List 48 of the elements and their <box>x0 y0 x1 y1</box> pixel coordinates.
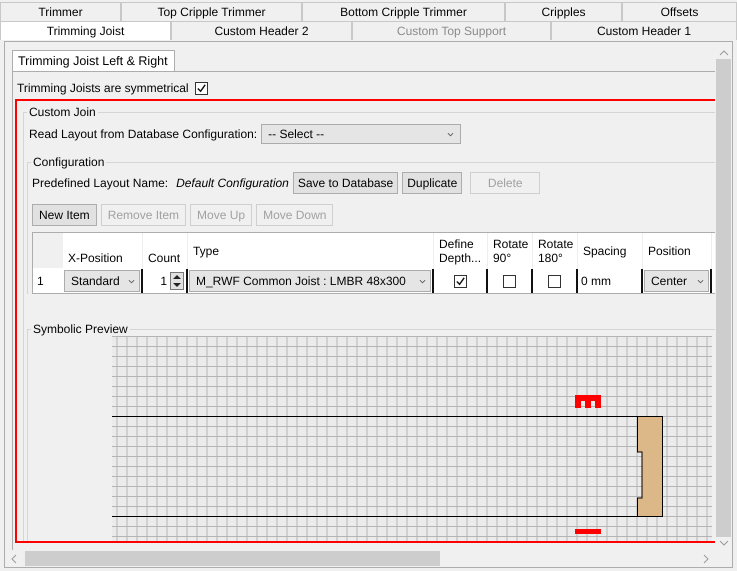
spacing-field[interactable]: 0 mm <box>579 274 611 288</box>
field-label: Read Layout from Database Configuration: <box>29 127 258 141</box>
end-mark-icon <box>575 395 601 408</box>
item-button[interactable]: New Item <box>32 204 97 226</box>
count-field[interactable]: 1 <box>159 274 168 288</box>
scroll-right-icon[interactable] <box>703 554 709 564</box>
config-button[interactable]: Duplicate <box>402 172 462 194</box>
checkbox[interactable] <box>454 274 466 288</box>
column-header: Count <box>143 233 188 269</box>
column-header: X-Position <box>63 233 143 269</box>
tab[interactable]: Trimmer <box>0 2 121 21</box>
end-mark-icon <box>575 529 601 534</box>
checkbox[interactable] <box>194 82 208 94</box>
layout-dropdown[interactable]: -- Select -- <box>261 124 462 144</box>
group-title: Configuration <box>31 155 106 169</box>
config-button[interactable]: Save to Database <box>292 172 398 194</box>
column-header: Rotate 90° <box>488 233 533 269</box>
column-header: Position <box>643 233 712 269</box>
tab[interactable]: Top Cripple Trimmer <box>121 2 302 21</box>
tab[interactable]: Trimming Joist <box>0 21 171 40</box>
column-header: Type <box>188 233 434 269</box>
tab[interactable]: Offsets <box>622 2 737 21</box>
scroll-down-icon[interactable] <box>718 540 728 546</box>
caret-icon <box>697 278 704 284</box>
tab[interactable]: Trimming Joist Left & Right <box>12 50 175 71</box>
spinner-icon[interactable] <box>170 272 184 290</box>
scroll-up-icon[interactable] <box>718 50 728 56</box>
group-title: Symbolic Preview <box>31 322 130 336</box>
checkbox[interactable] <box>503 274 516 288</box>
position-dropdown[interactable]: Center <box>644 270 709 292</box>
field-label: Predefined Layout Name: <box>32 176 168 190</box>
column-header: Define Depth... <box>434 233 488 269</box>
scroll-left-icon[interactable] <box>11 554 17 564</box>
column-header: Spacing <box>578 233 643 269</box>
x-position-dropdown[interactable]: Standard <box>64 270 140 292</box>
tab[interactable]: Custom Header 1 <box>551 21 737 40</box>
caret-icon <box>128 278 135 284</box>
tab[interactable]: Cripples <box>505 2 622 21</box>
tab[interactable]: Bottom Cripple Trimmer <box>302 2 505 21</box>
column-header: Rotate 180° <box>533 233 578 269</box>
tab[interactable]: Custom Header 2 <box>171 21 352 40</box>
caret-icon <box>447 132 454 136</box>
checkbox[interactable] <box>548 274 561 288</box>
type-dropdown[interactable]: M_RWF Common Joist : LMBR 48x300 <box>189 270 431 292</box>
caret-icon <box>419 278 426 284</box>
layout-name: Default Configuration <box>176 176 289 190</box>
group-title: Custom Join <box>27 105 98 119</box>
checkbox-label: Trimming Joists are symmetrical <box>17 81 189 95</box>
